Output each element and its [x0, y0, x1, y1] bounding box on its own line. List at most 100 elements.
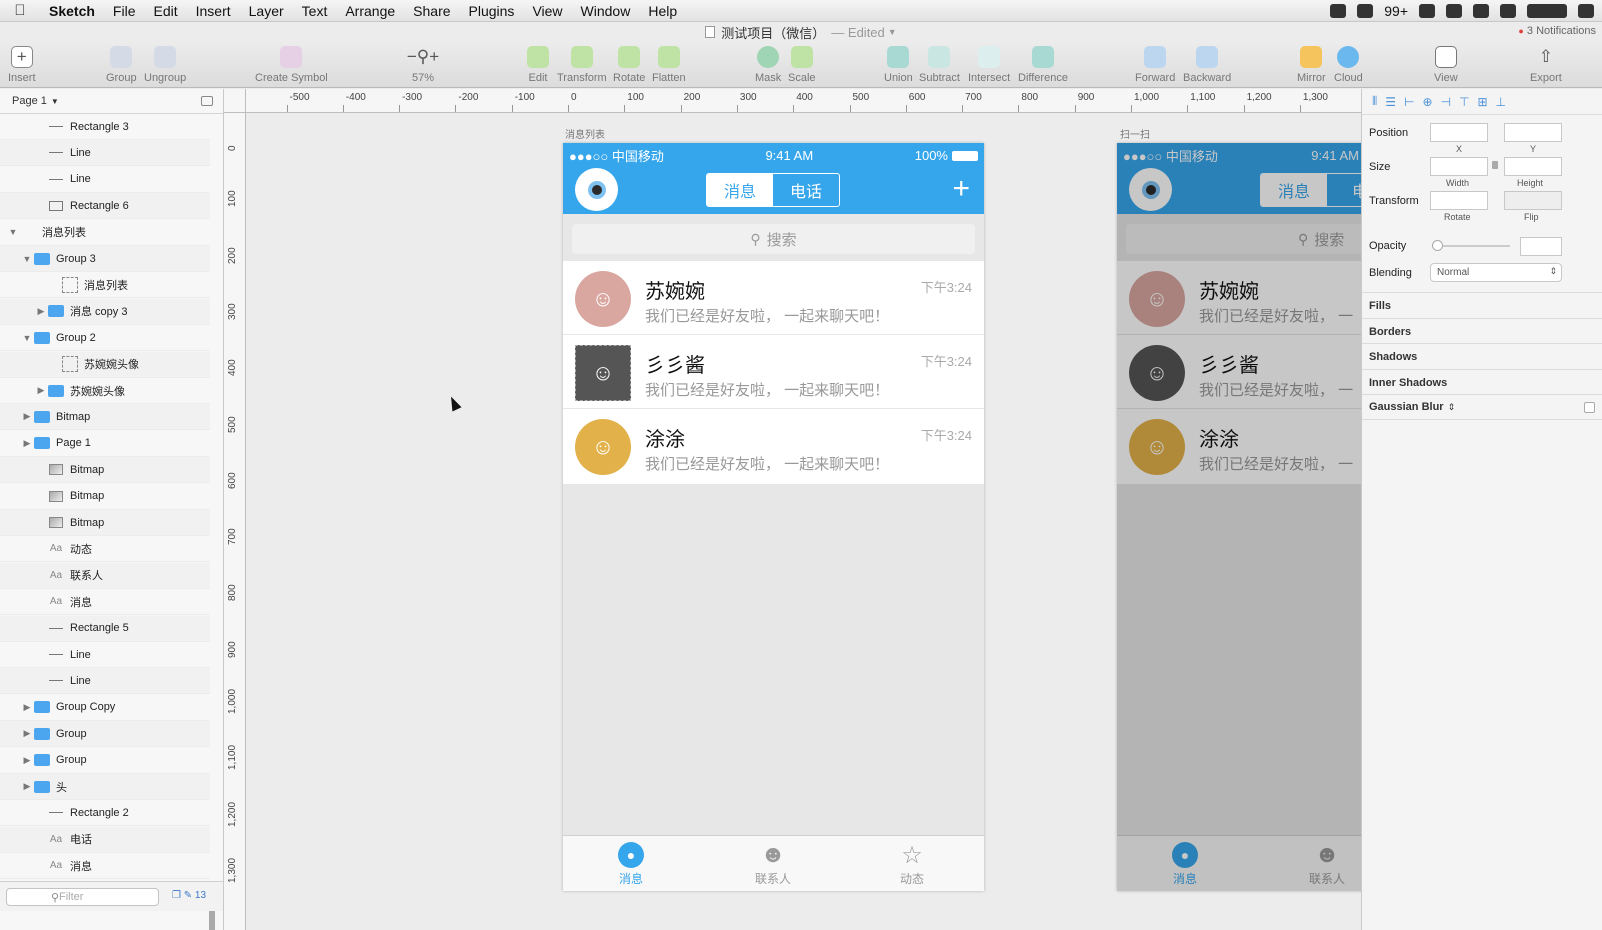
view-button[interactable]: View: [1434, 46, 1458, 84]
union-button[interactable]: Union: [884, 46, 913, 84]
borders-section[interactable]: Borders: [1362, 318, 1602, 344]
y-field[interactable]: [1504, 123, 1562, 142]
user-icon[interactable]: [1578, 4, 1594, 18]
create-symbol-button[interactable]: Create Symbol: [255, 46, 328, 84]
layer-row[interactable]: Rectangle 6: [0, 193, 210, 220]
disclosure-triangle-icon[interactable]: ▼: [20, 333, 34, 343]
wechat-icon[interactable]: [1357, 4, 1374, 18]
layer-row[interactable]: Rectangle 3: [0, 114, 210, 140]
scale-button[interactable]: Scale: [788, 46, 816, 84]
menu-view[interactable]: View: [523, 3, 571, 19]
layer-row[interactable]: 苏婉婉头像: [0, 351, 210, 378]
disclosure-triangle-icon[interactable]: ▶: [20, 755, 34, 766]
layer-row[interactable]: ▼ 消息列表: [0, 220, 210, 246]
disclosure-triangle-icon[interactable]: ▶: [20, 438, 34, 449]
ruler-vertical[interactable]: 0 100 200 300 400 500 600 700 800 900 1,000 1,100 1,…: [224, 113, 246, 930]
rotate-button[interactable]: Rotate: [613, 46, 645, 84]
menu-window[interactable]: Window: [572, 3, 640, 19]
disclosure-triangle-icon[interactable]: ▶: [20, 781, 34, 792]
notification-badge[interactable]: 99+: [1384, 3, 1408, 19]
layer-row[interactable]: Aa 联系人: [0, 562, 210, 589]
layer-row[interactable]: Line: [0, 140, 210, 167]
transform-button[interactable]: Transform: [557, 46, 607, 84]
align-bottom-icon[interactable]: ⊥: [1496, 95, 1506, 109]
backward-button[interactable]: Backward: [1183, 46, 1231, 84]
chevron-down-icon[interactable]: ▼: [888, 27, 897, 37]
x-field[interactable]: [1430, 123, 1488, 142]
layer-row[interactable]: ▶ 消息 copy 3: [0, 298, 210, 325]
flatten-button[interactable]: Flatten: [652, 46, 686, 84]
tab-messages-bottom[interactable]: ● 消息: [591, 842, 671, 887]
layer-row[interactable]: Bitmap: [0, 484, 210, 510]
search-input[interactable]: ⚲ 搜索: [572, 224, 975, 254]
forward-button[interactable]: Forward: [1135, 46, 1175, 84]
layer-row[interactable]: Line: [0, 642, 210, 668]
tab-calls[interactable]: 电话: [773, 174, 839, 206]
opacity-slider-knob[interactable]: [1432, 240, 1443, 251]
sync-icon[interactable]: [1473, 4, 1489, 18]
list-item[interactable]: ☺ 涂涂 我们已经是好友啦， 一起来聊天吧！ 下午3:24: [563, 409, 984, 483]
disclosure-triangle-icon[interactable]: ▼: [6, 227, 20, 237]
distribute-horizontal-icon[interactable]: ⦀: [1372, 94, 1377, 109]
group-button[interactable]: Group: [106, 46, 137, 84]
flip-buttons[interactable]: [1504, 191, 1562, 210]
menu-sketch[interactable]: Sketch: [40, 3, 104, 19]
lock-icon[interactable]: [1492, 161, 1498, 169]
mask-button[interactable]: Mask: [755, 46, 781, 84]
layer-row[interactable]: Line: [0, 668, 210, 695]
align-right-icon[interactable]: ⊣: [1441, 95, 1451, 109]
add-icon[interactable]: +: [952, 172, 970, 206]
menu-file[interactable]: File: [104, 3, 145, 19]
ungroup-button[interactable]: Ungroup: [144, 46, 186, 84]
edit-button[interactable]: Edit: [527, 46, 549, 84]
collapse-icon[interactable]: [201, 96, 213, 106]
layer-row[interactable]: 消息列表: [0, 272, 210, 299]
apple-icon[interactable]: : [0, 2, 40, 19]
tab-messages[interactable]: 消息: [707, 174, 773, 206]
menu-plugins[interactable]: Plugins: [460, 3, 524, 19]
layer-row[interactable]: ▶ Group: [0, 721, 210, 748]
doc-title[interactable]: 测试项目（微信）: [721, 23, 825, 42]
list-item[interactable]: ☺ 彡彡酱 我们已经是好友啦， 一起来聊天吧！ 下午3:24: [563, 335, 984, 409]
mountain-icon[interactable]: [1527, 4, 1567, 18]
disclosure-triangle-icon[interactable]: ▶: [20, 702, 34, 713]
blending-select[interactable]: Normal ⇕: [1430, 263, 1562, 282]
layer-row[interactable]: Line: [0, 167, 210, 193]
filter-count[interactable]: ❐ ✎ 13: [172, 890, 206, 901]
opacity-field[interactable]: [1520, 237, 1562, 256]
filter-input[interactable]: ⚲ Filter: [6, 888, 159, 906]
notifications[interactable]: ● 3 Notifications: [1518, 25, 1596, 37]
menu-help[interactable]: Help: [639, 3, 686, 19]
layer-row[interactable]: Rectangle 2: [0, 800, 210, 827]
input-method-icon[interactable]: [1330, 4, 1347, 18]
disclosure-triangle-icon[interactable]: ▶: [20, 411, 34, 422]
menu-edit[interactable]: Edit: [144, 3, 186, 19]
layer-row[interactable]: Bitmap: [0, 510, 210, 536]
align-center-icon[interactable]: ⊕: [1423, 95, 1433, 109]
layer-row[interactable]: ▶ 苏婉婉头像: [0, 378, 210, 404]
artboard-scan[interactable]: ●●●○○ 中国移动 9:41 AM 消息 电 ⚲ 搜索 ☺ 苏婉婉 我们已经是…: [1117, 143, 1361, 891]
mirror-button[interactable]: Mirror: [1297, 46, 1326, 84]
layer-row[interactable]: Bitmap: [0, 457, 210, 484]
menu-text[interactable]: Text: [293, 3, 337, 19]
fills-section[interactable]: Fills: [1362, 292, 1602, 318]
send-icon[interactable]: [1419, 4, 1435, 18]
zoom-control[interactable]: −⚲+ 57%: [398, 46, 448, 84]
layer-row[interactable]: Aa 动态: [0, 536, 210, 563]
align-middle-icon[interactable]: ⊞: [1477, 95, 1487, 109]
layer-row[interactable]: ▼ Group 3: [0, 246, 210, 272]
menu-insert[interactable]: Insert: [187, 3, 240, 19]
list-item[interactable]: ☺ 苏婉婉 我们已经是好友啦， 一起来聊天吧！ 下午3:24: [563, 261, 984, 335]
align-left-icon[interactable]: ⊢: [1404, 95, 1414, 109]
tab-moments[interactable]: ☆ 动态: [872, 842, 952, 887]
inner-shadows-section[interactable]: Inner Shadows: [1362, 369, 1602, 395]
disclosure-triangle-icon[interactable]: ▶: [34, 306, 48, 317]
layer-row[interactable]: Aa 电话: [0, 826, 210, 853]
layer-row[interactable]: Aa 消息: [0, 853, 210, 880]
difference-button[interactable]: Difference: [1018, 46, 1068, 84]
opacity-slider[interactable]: [1432, 245, 1510, 247]
page-selector[interactable]: Page 1 ▼: [0, 89, 223, 114]
align-top-icon[interactable]: ⊤: [1459, 95, 1469, 109]
menu-layer[interactable]: Layer: [240, 3, 293, 19]
shadows-section[interactable]: Shadows: [1362, 343, 1602, 369]
